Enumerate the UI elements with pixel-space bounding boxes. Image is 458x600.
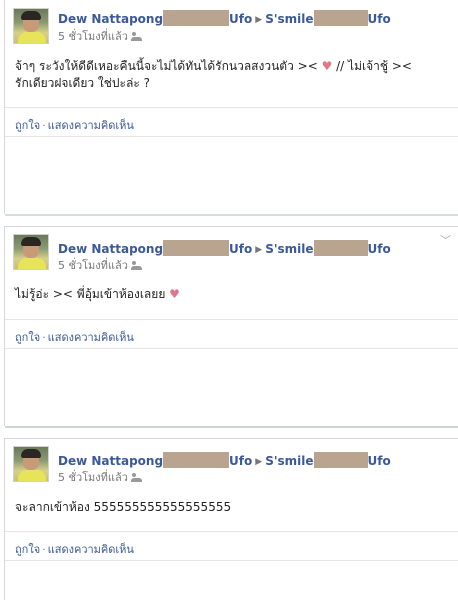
message-text: จะลากเข้าห้อง 555555555555555555	[15, 500, 232, 514]
timestamp[interactable]: 5 ชั่วโมงที่แล้ว	[58, 30, 128, 43]
target-link[interactable]: S'smile	[265, 454, 313, 468]
chevron-down-icon[interactable]: ﹀	[440, 232, 451, 248]
redacted-name	[163, 452, 230, 468]
post-actions: ถูกใจ · แสดงความคิดเห็น	[15, 331, 134, 344]
people-icon	[130, 261, 143, 270]
target-suffix[interactable]: Ufo	[368, 242, 391, 256]
post-card: Dew Nattapong Ufo ▶ S'smile Ufo 5 ชั่วโมงที่…	[4, 0, 458, 216]
avatar[interactable]	[13, 8, 49, 44]
like-link[interactable]: ถูกใจ	[15, 331, 40, 344]
arrow-right-icon: ▶	[255, 457, 263, 467]
avatar[interactable]	[13, 234, 49, 270]
author-suffix[interactable]: Ufo	[229, 242, 252, 256]
target-suffix[interactable]: Ufo	[368, 454, 391, 468]
author-suffix[interactable]: Ufo	[229, 12, 252, 26]
comment-link[interactable]: แสดงความคิดเห็น	[48, 119, 134, 132]
arrow-right-icon: ▶	[255, 245, 263, 255]
post-actions: ถูกใจ · แสดงความคิดเห็น	[15, 119, 134, 132]
redacted-name	[163, 240, 230, 256]
redacted-name	[313, 10, 368, 26]
message-text: รักเดียวฝจเดียว ใช่ปะล่ะ ?	[15, 76, 150, 90]
message-text: ไม่รู้อ่ะ >< พี่อุ้มเข้าห้องเลยย	[15, 287, 170, 301]
target-link[interactable]: S'smile	[265, 12, 313, 26]
post-message: จะลากเข้าห้อง 555555555555555555	[15, 499, 455, 516]
target-suffix[interactable]: Ufo	[368, 12, 391, 26]
heart-icon: ♥	[321, 59, 333, 73]
heart-icon: ♥	[169, 287, 180, 301]
post-card: ﹀ Dew Nattapong Ufo ▶ S'smile Ufo 5 ชั่วโมงท…	[4, 226, 458, 428]
post-header: Dew Nattapong Ufo ▶ S'smile Ufo	[58, 10, 391, 26]
post-actions: ถูกใจ · แสดงความคิดเห็น	[15, 543, 134, 556]
target-link[interactable]: S'smile	[265, 242, 313, 256]
timestamp[interactable]: 5 ชั่วโมงที่แล้ว	[58, 259, 128, 272]
author-link[interactable]: Dew Nattapong	[58, 12, 163, 26]
people-icon	[130, 32, 143, 41]
author-link[interactable]: Dew Nattapong	[58, 242, 163, 256]
post-meta: 5 ชั่วโมงที่แล้ว	[58, 256, 143, 274]
avatar[interactable]	[13, 446, 49, 482]
post-meta: 5 ชั่วโมงที่แล้ว	[58, 468, 143, 486]
message-text: จ้าๆ ระวังให้ดีดีเหอะคืนนี้จะไม่ได้ทันได…	[15, 59, 322, 73]
post-meta: 5 ชั่วโมงที่แล้ว	[58, 27, 143, 45]
arrow-right-icon: ▶	[255, 15, 263, 25]
post-header: Dew Nattapong Ufo ▶ S'smile Ufo	[58, 240, 391, 256]
author-link[interactable]: Dew Nattapong	[58, 454, 163, 468]
redacted-name	[313, 452, 368, 468]
comment-link[interactable]: แสดงความคิดเห็น	[48, 331, 134, 344]
post-message: จ้าๆ ระวังให้ดีดีเหอะคืนนี้จะไม่ได้ทันได…	[15, 58, 455, 92]
timestamp[interactable]: 5 ชั่วโมงที่แล้ว	[58, 471, 128, 484]
redacted-name	[313, 240, 368, 256]
like-link[interactable]: ถูกใจ	[15, 543, 40, 556]
comment-link[interactable]: แสดงความคิดเห็น	[48, 543, 134, 556]
people-icon	[130, 473, 143, 482]
message-text: // ไม่เจ้าชู้ ><	[332, 59, 412, 73]
redacted-name	[163, 10, 230, 26]
like-link[interactable]: ถูกใจ	[15, 119, 40, 132]
post-header: Dew Nattapong Ufo ▶ S'smile Ufo	[58, 452, 391, 468]
post-message: ไม่รู้อ่ะ >< พี่อุ้มเข้าห้องเลยย ♥	[15, 286, 455, 303]
post-card: Dew Nattapong Ufo ▶ S'smile Ufo 5 ชั่วโมงที่…	[4, 438, 458, 600]
author-suffix[interactable]: Ufo	[229, 454, 252, 468]
